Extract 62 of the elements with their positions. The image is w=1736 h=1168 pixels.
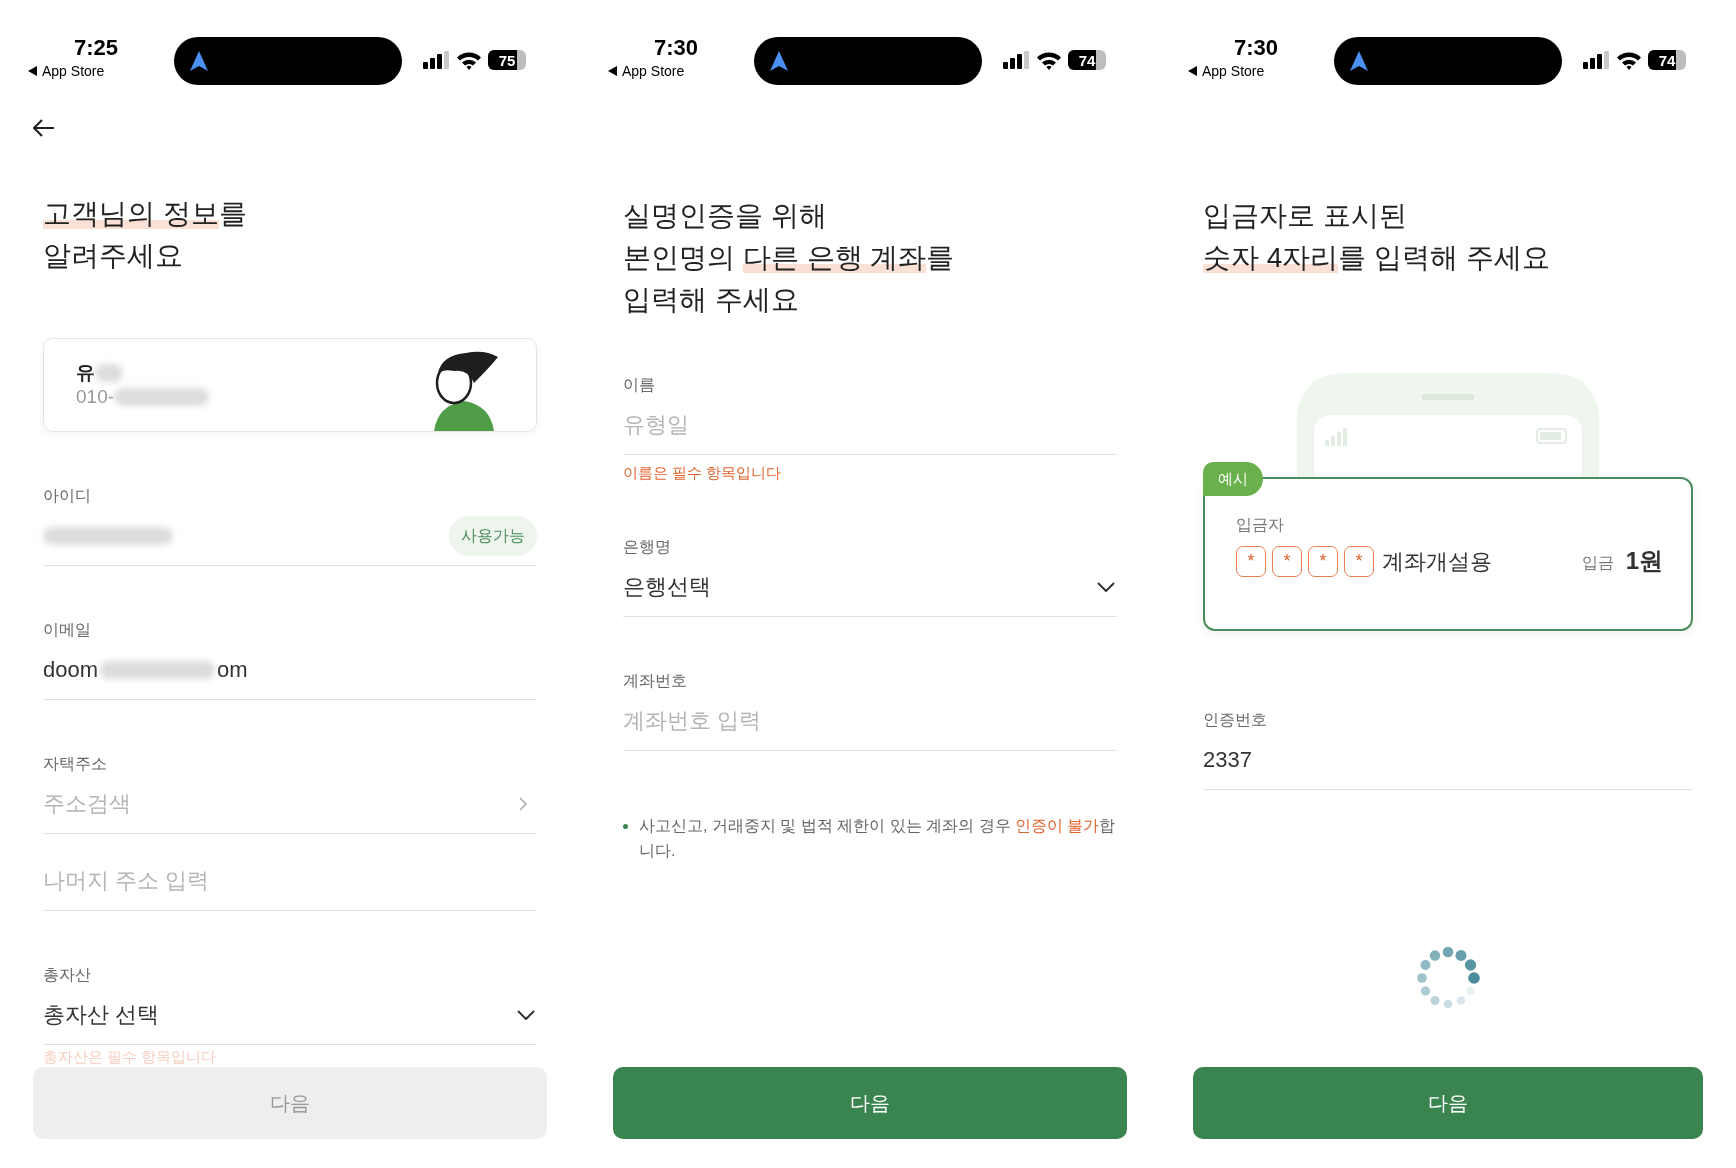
deposit-label: 입금 (1581, 553, 1614, 573)
back-to-app-link[interactable]: App Store (608, 62, 685, 80)
signal-icon (423, 51, 450, 69)
page-heading: 숫자 4자리 를 입력해 주세요 (1203, 241, 1551, 275)
page-heading: 실명인증을 위해 (623, 199, 828, 233)
error-message: 이름은 필수 항목입니다 (623, 463, 783, 483)
back-triangle-icon (28, 66, 37, 76)
battery-indicator: 74 (1068, 50, 1106, 70)
field-label: 인증번호 (1203, 710, 1268, 730)
wifi-icon (1036, 50, 1062, 70)
input-field[interactable]: doom om (43, 640, 537, 700)
next-button[interactable]: 다음 (613, 1067, 1127, 1139)
back-triangle-icon (1188, 66, 1197, 76)
status-time: 7:25 (74, 34, 119, 62)
signal-icon (1583, 51, 1610, 69)
field-label: 이메일 (43, 620, 92, 640)
location-arrow-icon (190, 51, 208, 71)
back-arrow-icon[interactable] (33, 119, 55, 138)
field-label: 자택주소 (43, 754, 108, 774)
notice-text: 사고신고, 거래중지 및 법적 제한이 있는 계좌의 경우 인증이 불가합니다. (639, 816, 1117, 861)
signal-icon (1003, 51, 1030, 69)
page-heading: 입력해 주세요 (623, 283, 800, 317)
input-field[interactable]: 2337 (1203, 730, 1693, 790)
back-to-app-link[interactable]: App Store (1188, 62, 1265, 80)
next-button[interactable]: 다음 (1193, 1067, 1703, 1139)
page-heading: 입금자로 표시된 (1203, 199, 1408, 233)
deposit-memo: 계좌개설용 (1382, 547, 1492, 576)
wifi-icon (1616, 50, 1642, 70)
masked-digit: * (1272, 545, 1302, 577)
loading-spinner-icon (1416, 946, 1480, 1010)
masked-digit: * (1308, 545, 1338, 577)
masked-digit: * (1344, 545, 1374, 577)
status-time: 7:30 (654, 34, 699, 62)
available-badge: 사용가능 (449, 515, 537, 556)
select-field[interactable]: 은행선택 (623, 557, 1117, 617)
error-message: 총자산은 필수 항목입니다 (43, 1047, 218, 1067)
customer-name: 유 (76, 361, 95, 385)
field-label: 은행명 (623, 537, 672, 557)
masked-digit: * (1236, 545, 1266, 577)
chevron-down-icon (1097, 581, 1115, 592)
back-triangle-icon (608, 66, 617, 76)
phone-number: 010- (76, 385, 115, 409)
battery-indicator: 75 (488, 50, 526, 70)
select-field[interactable]: 총자산 선택 (43, 985, 537, 1045)
redacted-blur (95, 364, 123, 382)
field-label: 계좌번호 (623, 671, 688, 691)
deposit-amount: 1원 (1625, 546, 1663, 576)
field-label: 아이디 (43, 486, 92, 506)
example-tag: 예시 (1203, 462, 1263, 496)
chevron-down-icon (517, 1009, 535, 1020)
input-field[interactable]: 사용가능 (43, 506, 537, 566)
location-arrow-icon (1350, 51, 1368, 71)
wifi-icon (456, 50, 482, 70)
depositor-label: 입금자 (1236, 515, 1285, 535)
field-label: 이름 (623, 375, 656, 395)
status-time: 7:30 (1234, 34, 1279, 62)
back-to-app-link[interactable]: App Store (28, 62, 105, 80)
field-label: 총자산 (43, 965, 92, 985)
page-heading: 알려주세요 (43, 239, 184, 273)
battery-indicator: 74 (1648, 50, 1686, 70)
chevron-right-icon (519, 796, 527, 811)
location-arrow-icon (770, 51, 788, 71)
